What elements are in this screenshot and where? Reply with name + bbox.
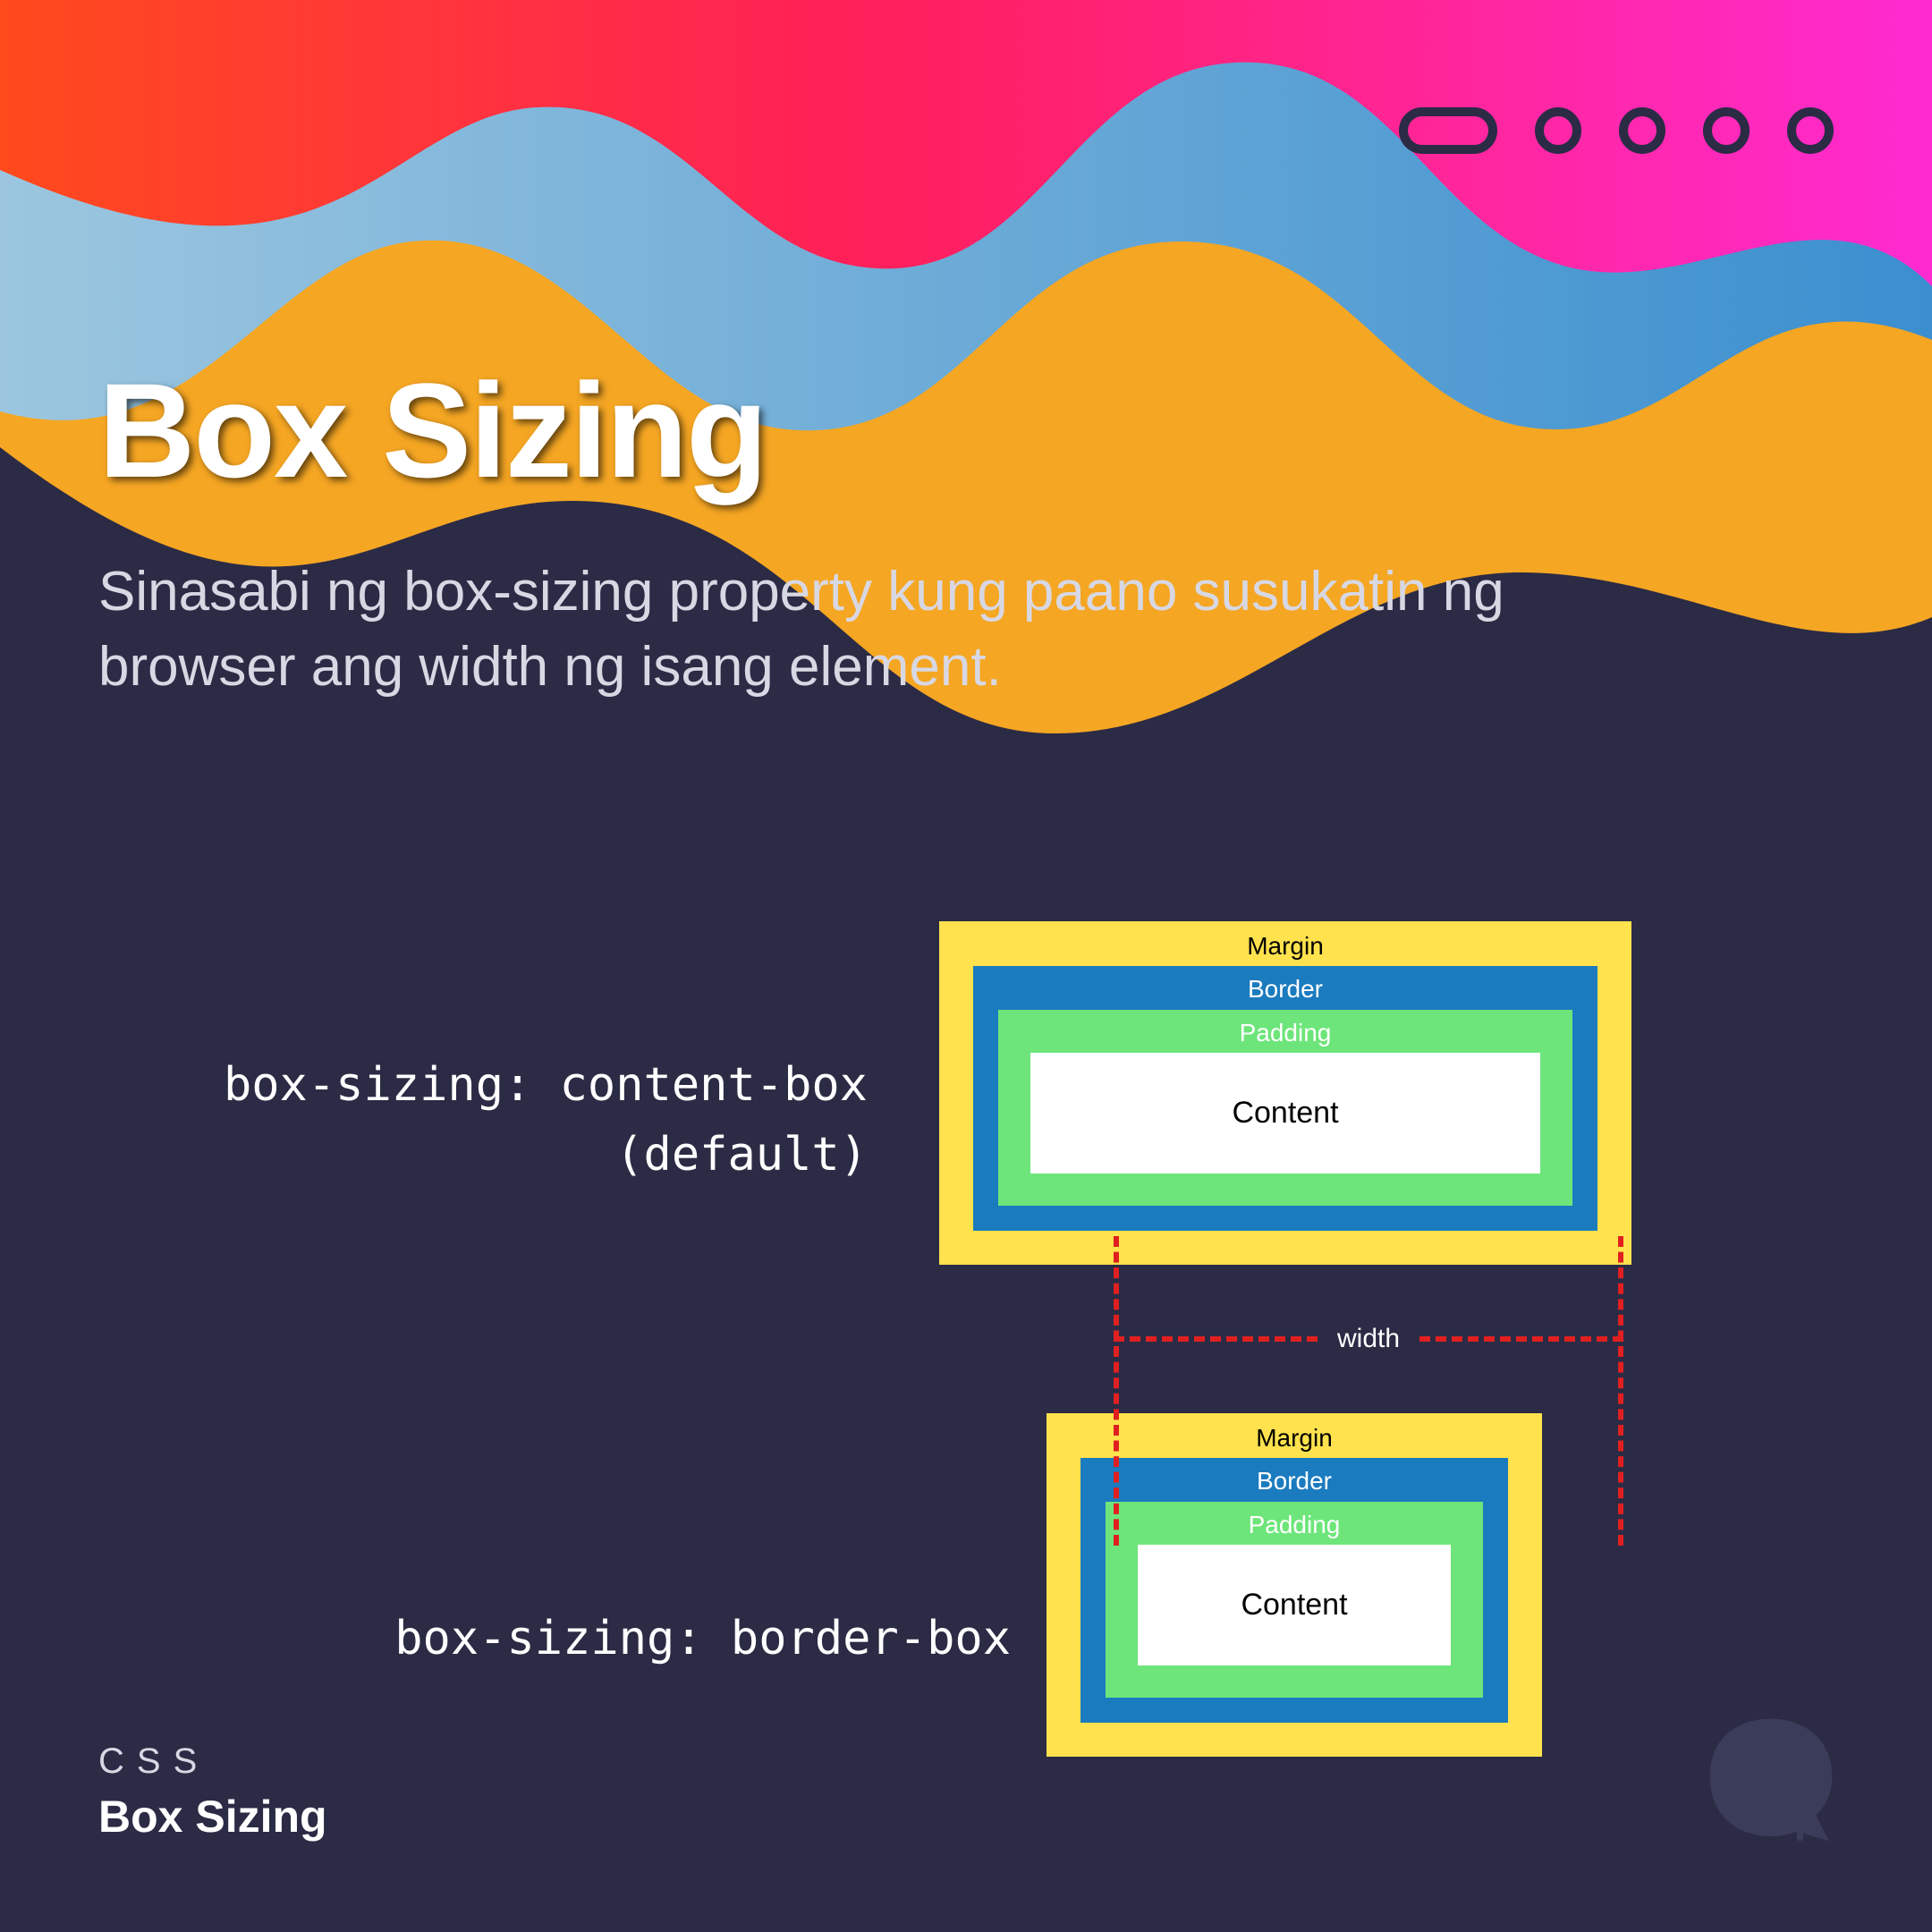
pager-dot-4 (1703, 107, 1750, 154)
footer: CSS Box Sizing (98, 1741, 327, 1843)
page-indicator (1399, 107, 1834, 154)
pager-dot-3 (1619, 107, 1665, 154)
code-line: box-sizing: border-box (0, 1604, 1011, 1674)
code-line: (default) (0, 1120, 868, 1190)
width-annotation: width (1114, 1279, 1623, 1476)
pager-dot-2 (1535, 107, 1581, 154)
footer-title: Box Sizing (98, 1791, 327, 1843)
pager-dot-5 (1787, 107, 1834, 154)
width-label: width (1330, 1324, 1407, 1354)
footer-eyebrow: CSS (98, 1741, 327, 1782)
padding-label: Padding (1030, 1017, 1540, 1053)
example-border-box: box-sizing: border-box Margin Border Pad… (0, 1413, 1932, 1757)
brand-logo-icon (1690, 1699, 1852, 1860)
padding-label: Padding (1138, 1509, 1451, 1545)
code-line: box-sizing: content-box (0, 1050, 868, 1120)
box-model-content-box: Margin Border Padding Content (939, 921, 1631, 1265)
content-label: Content (1030, 1053, 1540, 1174)
example-content-box: box-sizing: content-box (default) Margin… (0, 921, 1932, 1265)
border-label: Border (998, 973, 1572, 1009)
code-content-box: box-sizing: content-box (default) (0, 996, 939, 1190)
page-title: Box Sizing (98, 353, 767, 508)
pager-pill-active (1399, 107, 1497, 154)
page-subtitle: Sinasabi ng box-sizing property kung paa… (98, 555, 1708, 704)
content-label: Content (1138, 1545, 1451, 1665)
margin-label: Margin (973, 930, 1597, 966)
code-border-box: box-sizing: border-box (0, 1496, 1046, 1674)
